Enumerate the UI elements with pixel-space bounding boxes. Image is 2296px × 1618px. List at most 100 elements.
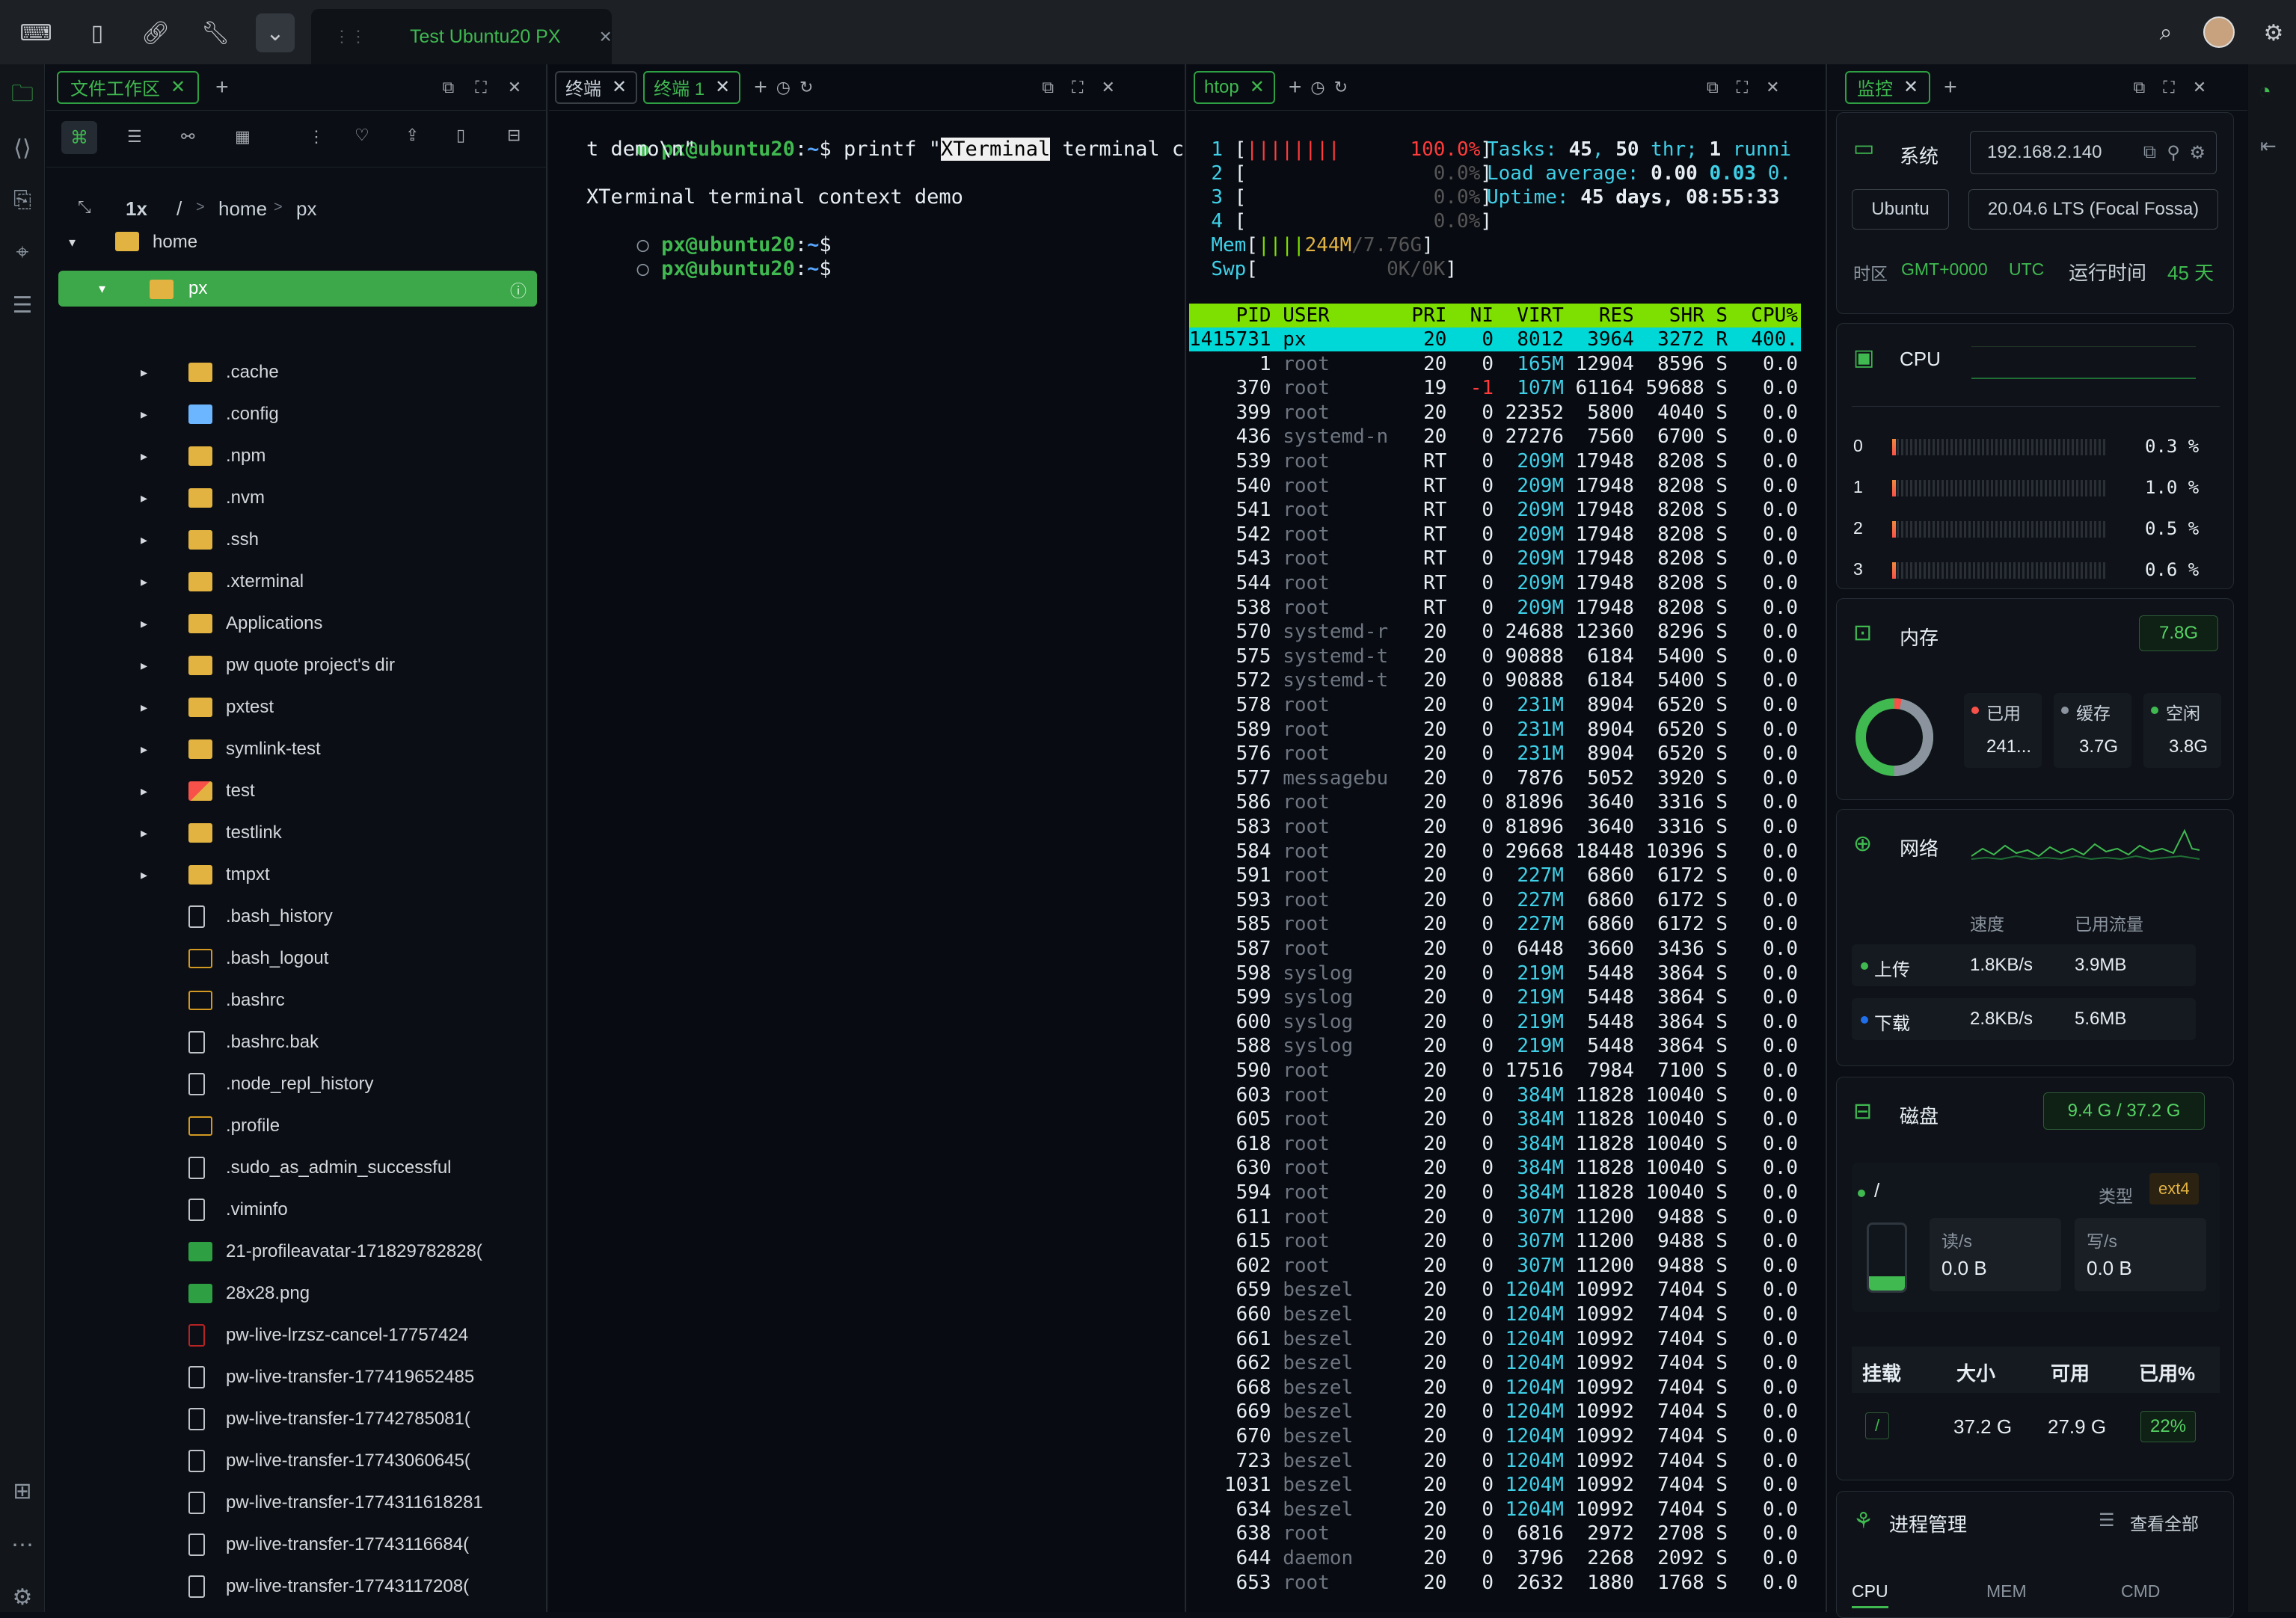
file-item[interactable]: .bashrc.bak bbox=[46, 1023, 546, 1062]
process-row[interactable]: 634 beszel 20 0 1204M 10992 7404 S 0.0 bbox=[1189, 1498, 1801, 1522]
settings-icon[interactable]: ⚙ bbox=[2189, 142, 2206, 164]
settings-icon[interactable]: ⚙ bbox=[2254, 13, 2293, 52]
close-icon[interactable]: ✕ bbox=[1102, 78, 1115, 97]
process-row[interactable]: 669 beszel 20 0 1204M 10992 7404 S 0.0 bbox=[1189, 1400, 1801, 1424]
history-icon[interactable]: ⎘ bbox=[6, 184, 39, 217]
process-row[interactable]: 611 root 20 0 307M 11200 9488 S 0.0 bbox=[1189, 1205, 1801, 1229]
file-item[interactable]: ▸ .ssh bbox=[46, 520, 546, 559]
process-row[interactable]: 618 root 20 0 384M 11828 10040 S 0.0 bbox=[1189, 1132, 1801, 1156]
ip-address[interactable]: 192.168.2.140 ⧉ ⚲ ⚙ bbox=[1970, 131, 2217, 174]
drag-handle-icon[interactable]: ⋮⋮ bbox=[334, 27, 366, 46]
file-item[interactable]: ▸ symlink-test bbox=[46, 730, 546, 769]
upload-icon[interactable]: ⇪ bbox=[405, 126, 419, 145]
info-icon[interactable]: ⓘ bbox=[510, 278, 527, 302]
popout-icon[interactable]: ⧉ bbox=[1042, 78, 1054, 97]
popout-icon[interactable]: ⧉ bbox=[1707, 78, 1719, 97]
process-row[interactable]: 539 root RT 0 209M 17948 8208 S 0.0 bbox=[1189, 449, 1801, 473]
expand-arrow-icon[interactable]: ▸ bbox=[141, 532, 147, 548]
process-row[interactable]: 572 systemd-t 20 0 90888 6184 5400 S 0.0 bbox=[1189, 668, 1801, 692]
process-row[interactable]: 668 beszel 20 0 1204M 10992 7404 S 0.0 bbox=[1189, 1376, 1801, 1400]
process-row[interactable]: 594 root 20 0 384M 11828 10040 S 0.0 bbox=[1189, 1181, 1801, 1205]
file-item[interactable]: pw-live-transfer-1774311618281 bbox=[46, 1483, 546, 1522]
expand-arrow-icon[interactable]: ▸ bbox=[141, 490, 147, 506]
process-row[interactable]: 542 root RT 0 209M 17948 8208 S 0.0 bbox=[1189, 523, 1801, 547]
tab-cpu[interactable]: CPU bbox=[1852, 1581, 1888, 1608]
expand-arrow-icon[interactable]: ▸ bbox=[141, 658, 147, 674]
process-row[interactable]: 583 root 20 0 81896 3640 3316 S 0.0 bbox=[1189, 815, 1801, 839]
maximize-icon[interactable]: ⛶ bbox=[1737, 78, 1748, 97]
close-icon[interactable]: ✕ bbox=[1766, 78, 1779, 97]
expand-arrow-icon[interactable]: ▾ bbox=[69, 235, 76, 250]
target-icon[interactable]: ⌖ bbox=[6, 236, 39, 269]
process-row[interactable]: 615 root 20 0 307M 11200 9488 S 0.0 bbox=[1189, 1229, 1801, 1253]
expand-arrow-icon[interactable]: ▾ bbox=[99, 281, 105, 297]
bookmark-icon[interactable]: ▯ bbox=[456, 126, 465, 145]
tab-htop[interactable]: htop ✕ bbox=[1194, 70, 1275, 104]
tab-terminal-1[interactable]: 终端 1 ✕ bbox=[643, 70, 741, 104]
list-view-icon[interactable]: ☰ bbox=[127, 127, 142, 147]
process-row[interactable]: 1415731 px 20 0 8012 3964 3272 R 400. bbox=[1189, 327, 1801, 351]
file-item[interactable]: ▸ pxtest bbox=[46, 688, 546, 727]
refresh-icon[interactable]: ↻ bbox=[1334, 78, 1348, 97]
file-item[interactable]: .sudo_as_admin_successful bbox=[46, 1148, 546, 1187]
disk-table-row[interactable]: / 37.2 G 27.9 G 22% bbox=[1852, 1406, 2220, 1448]
file-item[interactable]: pw-live-transfer-177419652485 bbox=[46, 1358, 546, 1397]
link-icon[interactable]: 🔗︎ bbox=[136, 13, 175, 52]
breadcrumb-root[interactable]: / bbox=[177, 197, 182, 221]
process-row[interactable]: 544 root RT 0 209M 17948 8208 S 0.0 bbox=[1189, 571, 1801, 595]
tab-monitor[interactable]: 监控 ✕ bbox=[1845, 70, 1931, 104]
process-row[interactable]: 662 beszel 20 0 1204M 10992 7404 S 0.0 bbox=[1189, 1351, 1801, 1375]
process-row[interactable]: 578 root 20 0 231M 8904 6520 S 0.0 bbox=[1189, 693, 1801, 717]
expand-arrow-icon[interactable]: ▸ bbox=[141, 742, 147, 757]
maximize-icon[interactable]: ⛶ bbox=[475, 78, 486, 97]
list-icon[interactable]: ☰ bbox=[6, 289, 39, 322]
zoom-level[interactable]: 1x bbox=[126, 197, 147, 221]
file-item[interactable]: ▸ .xterminal bbox=[46, 562, 546, 601]
process-row[interactable]: 1031 beszel 20 0 1204M 10992 7404 S 0.0 bbox=[1189, 1473, 1801, 1497]
expand-arrow-icon[interactable]: ▸ bbox=[141, 825, 147, 841]
folder-icon[interactable]: 🗀 bbox=[6, 79, 39, 112]
file-item[interactable]: pw-live-transfer-17743118579( bbox=[46, 1609, 546, 1612]
file-item[interactable]: ▸ .config bbox=[46, 395, 546, 434]
heart-icon[interactable]: ♡ bbox=[354, 126, 369, 145]
add-tab-icon[interactable]: + bbox=[754, 75, 767, 100]
tree-item-px[interactable]: ▾ px ⓘ bbox=[58, 271, 537, 307]
close-icon[interactable]: ✕ bbox=[1250, 76, 1265, 98]
process-row[interactable]: 575 systemd-t 20 0 90888 6184 5400 S 0.0 bbox=[1189, 645, 1801, 668]
wrench-icon[interactable]: 🔧︎ bbox=[196, 13, 235, 52]
file-item[interactable]: ▸ .npm bbox=[46, 437, 546, 476]
process-row[interactable]: 591 root 20 0 227M 6860 6172 S 0.0 bbox=[1189, 864, 1801, 888]
code-icon[interactable]: ⟨⟩ bbox=[6, 132, 39, 164]
process-row[interactable]: 577 messagebu 20 0 7876 5052 3920 S 0.0 bbox=[1189, 766, 1801, 790]
close-icon[interactable]: × bbox=[600, 25, 612, 49]
process-row[interactable]: 586 root 20 0 81896 3640 3316 S 0.0 bbox=[1189, 790, 1801, 814]
process-row[interactable]: 605 root 20 0 384M 11828 10040 S 0.0 bbox=[1189, 1107, 1801, 1131]
process-row[interactable]: 661 beszel 20 0 1204M 10992 7404 S 0.0 bbox=[1189, 1327, 1801, 1351]
view-all-link[interactable]: 查看全部 bbox=[2130, 1510, 2199, 1535]
process-row[interactable]: 670 beszel 20 0 1204M 10992 7404 S 0.0 bbox=[1189, 1424, 1801, 1448]
expand-arrow-icon[interactable]: ▸ bbox=[141, 700, 147, 716]
file-item[interactable]: ▸ test bbox=[46, 772, 546, 810]
breadcrumb-px[interactable]: px bbox=[296, 197, 316, 221]
session-tab[interactable]: ⋮⋮ Test Ubuntu20 PX × bbox=[311, 9, 612, 64]
process-row[interactable]: 638 root 20 0 6816 2972 2708 S 0.0 bbox=[1189, 1522, 1801, 1545]
process-row[interactable]: 587 root 20 0 6448 3660 3436 S 0.0 bbox=[1189, 937, 1801, 961]
expand-arrow-icon[interactable]: ▸ bbox=[141, 784, 147, 799]
expand-arrow-icon[interactable]: ▸ bbox=[141, 867, 147, 883]
search-icon[interactable]: ⌕ bbox=[2146, 13, 2185, 52]
file-item[interactable]: .node_repl_history bbox=[46, 1065, 546, 1104]
file-item[interactable]: ▸ pw quote project's dir bbox=[46, 646, 546, 685]
add-tab-icon[interactable]: + bbox=[1944, 75, 1957, 100]
expand-arrow-icon[interactable]: ▸ bbox=[141, 616, 147, 632]
expand-arrow-icon[interactable]: ▸ bbox=[141, 365, 147, 381]
more-icon[interactable]: ⋯ bbox=[6, 1528, 39, 1561]
clock-icon[interactable]: ◷ bbox=[776, 78, 791, 97]
process-row[interactable]: 576 root 20 0 231M 8904 6520 S 0.0 bbox=[1189, 742, 1801, 766]
process-row[interactable]: 588 syslog 20 0 219M 5448 3864 S 0.0 bbox=[1189, 1034, 1801, 1058]
more-icon[interactable]: ⋮ bbox=[308, 127, 325, 147]
file-item[interactable]: .viminfo bbox=[46, 1190, 546, 1229]
process-row[interactable]: 370 root 19 -1 107M 61164 59688 S 0.0 bbox=[1189, 376, 1801, 400]
process-row[interactable]: 600 syslog 20 0 219M 5448 3864 S 0.0 bbox=[1189, 1010, 1801, 1034]
file-item[interactable]: 21-profileavatar-171829782828( bbox=[46, 1232, 546, 1271]
add-tab-icon[interactable]: + bbox=[1289, 75, 1302, 100]
